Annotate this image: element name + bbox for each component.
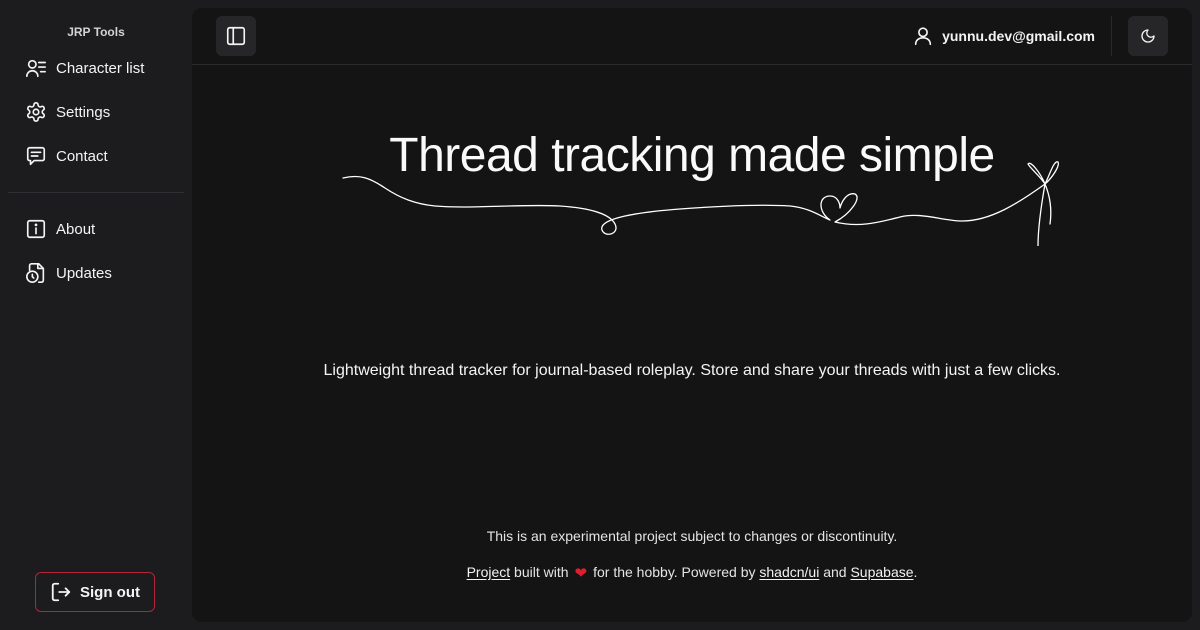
sidebar: JRP Tools Character list Settings Contac… xyxy=(0,0,192,630)
header-divider xyxy=(1111,16,1112,56)
heart-icon: ❤ xyxy=(574,565,588,582)
sidebar-item-contact[interactable]: Contact xyxy=(16,140,184,172)
sidebar-item-label: Settings xyxy=(56,103,111,121)
sidebar-toggle-button[interactable] xyxy=(216,16,256,56)
footer-credits: Project built with ❤ for the hobby. Powere… xyxy=(192,564,1192,582)
sidebar-item-about[interactable]: About xyxy=(16,213,184,245)
user-icon xyxy=(912,25,934,47)
sidebar-item-updates[interactable]: Updates xyxy=(16,257,184,289)
message-icon xyxy=(24,144,48,168)
file-clock-icon xyxy=(24,261,48,285)
hero-tagline: Lightweight thread tracker for journal-b… xyxy=(323,362,1061,379)
sidebar-item-label: Character list xyxy=(56,59,145,77)
info-icon xyxy=(24,217,48,241)
theme-toggle-button[interactable] xyxy=(1128,16,1168,56)
top-bar: yunnu.dev@gmail.com xyxy=(192,8,1192,65)
thread-squiggle-decoration xyxy=(342,161,1059,246)
sidebar-item-settings[interactable]: Settings xyxy=(16,96,184,128)
users-list-icon xyxy=(24,56,48,80)
sidebar-item-label: Updates xyxy=(56,264,112,282)
sign-out-button[interactable]: Sign out xyxy=(35,572,155,612)
brand-title: JRP Tools xyxy=(67,25,125,39)
log-out-icon xyxy=(50,581,72,603)
supabase-link[interactable]: Supabase xyxy=(850,564,913,580)
sidebar-divider xyxy=(8,192,184,193)
sidebar-item-character-list[interactable]: Character list xyxy=(16,52,184,84)
project-link[interactable]: Project xyxy=(467,564,511,580)
footer-and: and xyxy=(823,564,847,580)
sidebar-item-label: Contact xyxy=(56,147,108,165)
app-root: JRP Tools Character list Settings Contac… xyxy=(0,0,1200,630)
moon-icon xyxy=(1140,28,1156,44)
footer-period: . xyxy=(913,564,918,580)
user-account[interactable]: yunnu.dev@gmail.com xyxy=(912,23,1095,49)
footer-note: This is an experimental project subject … xyxy=(486,528,898,544)
panel-left-icon xyxy=(225,25,247,47)
sign-out-label: Sign out xyxy=(80,583,140,601)
sidebar-item-label: About xyxy=(56,220,96,238)
footer-for-hobby: for the hobby. Powered by xyxy=(593,564,756,580)
footer-built-with: built with xyxy=(514,564,569,580)
user-email: yunnu.dev@gmail.com xyxy=(942,28,1095,44)
gear-icon xyxy=(24,100,48,124)
main-panel: yunnu.dev@gmail.com Thread tracking made… xyxy=(192,8,1192,622)
shadcn-link[interactable]: shadcn/ui xyxy=(759,564,819,580)
